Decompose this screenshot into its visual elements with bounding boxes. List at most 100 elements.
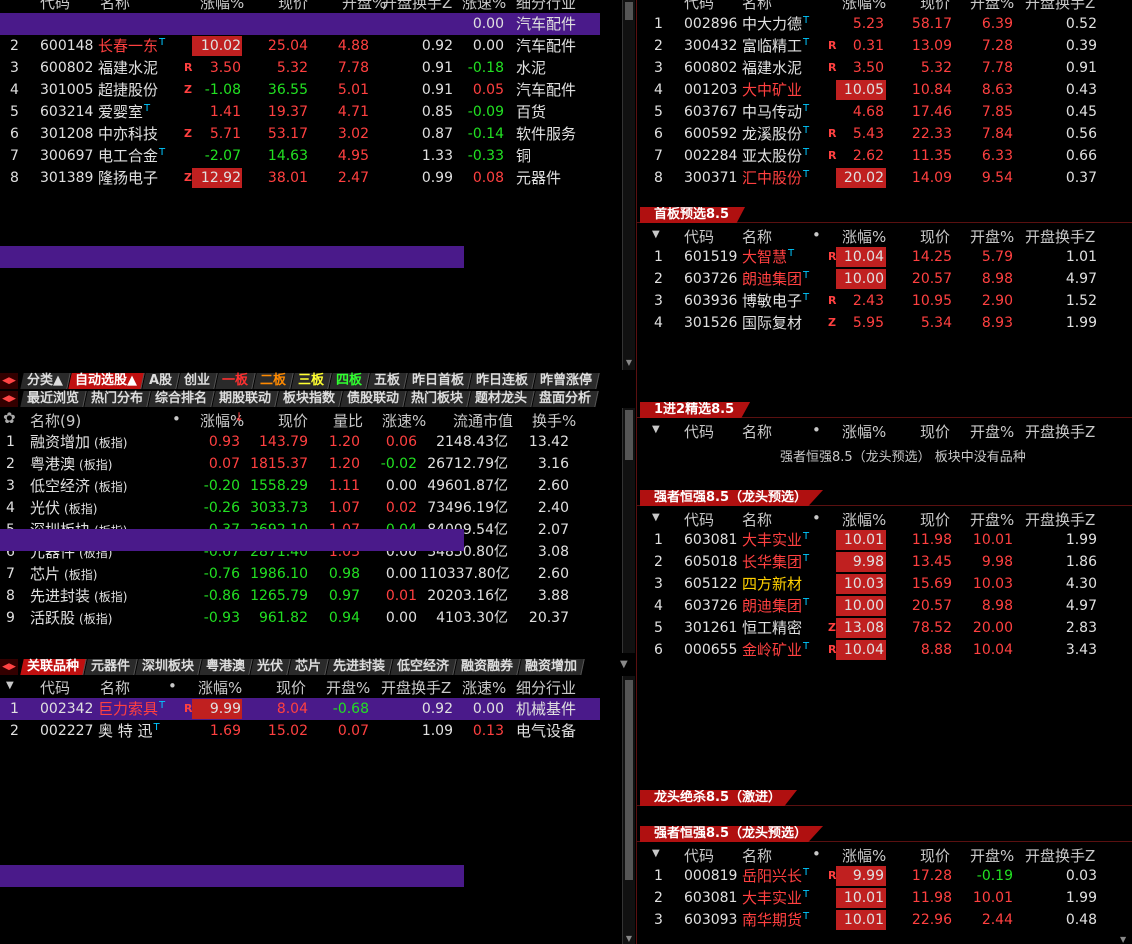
column-header[interactable]: 名称	[742, 0, 772, 13]
table-row[interactable]: 1 融资增加 (板指) 0.93 143.79 1.20 0.06 2148.43亿 13.42	[0, 431, 620, 453]
tab-tabs2-7[interactable]: 题材龙头	[468, 391, 535, 407]
tab-tabs1-9[interactable]: 昨日首板	[405, 373, 472, 389]
column-header[interactable]: 代码	[684, 509, 714, 530]
column-header[interactable]: 涨幅%	[842, 509, 886, 530]
table-row[interactable]: 4 603726 朗迪集团T 10.00 20.57 8.98 4.97	[0, 595, 1097, 617]
tab-dropdown-icon[interactable]: ▼	[620, 659, 634, 673]
column-header[interactable]: 现价	[920, 226, 950, 247]
column-header[interactable]: 涨幅%	[200, 0, 244, 13]
table-row[interactable]: 1 002896 中大力德T 5.23 58.17 6.39 0.52	[0, 13, 1097, 35]
column-header[interactable]: 名称	[742, 421, 772, 442]
table-row[interactable]: 2 002227 奥 特 迅T 1.69 15.02 0.07 1.09 0.13 电气设备	[0, 720, 600, 742]
section-tag-strong[interactable]: 强者恒强8.5（龙头预选）	[640, 490, 824, 506]
column-header[interactable]: 开盘%	[970, 226, 1014, 247]
settings-gear-icon[interactable]: ✿	[3, 409, 16, 427]
table-row[interactable]: 2 300432 富临精工T R 0.31 13.09 7.28 0.39	[0, 35, 1097, 57]
tab-tabs1-10[interactable]: 昨日连板	[469, 373, 536, 389]
column-header[interactable]: 换手%	[532, 410, 576, 431]
tab-tabs1-4[interactable]: 一板	[215, 373, 256, 389]
column-header[interactable]: 开盘换手Z	[1025, 509, 1095, 530]
column-header[interactable]: 涨速%	[462, 677, 506, 698]
tab-tabs2-2[interactable]: 综合排名	[148, 391, 215, 407]
tab-tabs2-0[interactable]: 最近浏览	[20, 391, 87, 407]
column-header[interactable]: 开盘%	[326, 677, 370, 698]
tab-tabs1-3[interactable]: 创业	[177, 373, 218, 389]
sort-menu-icon[interactable]: ▼	[652, 229, 660, 240]
table-row[interactable]: 6 600592 龙溪股份T R 5.43 22.33 7.84 0.56	[0, 123, 1097, 145]
tab-tabs1-7[interactable]: 四板	[329, 373, 370, 389]
tab-tabs2-4[interactable]: 板块指数	[276, 391, 343, 407]
column-header[interactable]: 涨速%	[462, 0, 506, 13]
column-header[interactable]: 涨幅%	[842, 226, 886, 247]
column-header[interactable]: 涨速%	[382, 410, 426, 431]
table-row[interactable]: 2 605018 长华集团T 9.98 13.45 9.98 1.86	[0, 551, 1097, 573]
tab-tabs3-0[interactable]: 关联品种	[20, 659, 87, 675]
tab-scroll-left-icon[interactable]: ◀▶	[0, 391, 18, 407]
tab-tabs3-7[interactable]: 低空经济	[390, 659, 457, 675]
table-row[interactable]: 1 603081 大丰实业T 10.01 11.98 10.01 1.99	[0, 529, 1097, 551]
table-row[interactable]: 2 603726 朗迪集团T 10.00 20.57 8.98 4.97	[0, 268, 1097, 290]
column-header[interactable]: 现价	[920, 0, 950, 13]
column-header[interactable]: 现价	[920, 845, 950, 866]
column-header[interactable]: 名称	[742, 845, 772, 866]
tab-tabs3-8[interactable]: 融资融券	[454, 659, 521, 675]
table-row[interactable]: 4 001203 大中矿业 10.05 10.84 8.63 0.43	[0, 79, 1097, 101]
column-header[interactable]: 开盘换手Z	[382, 0, 452, 13]
column-header[interactable]: 现价	[920, 509, 950, 530]
column-header[interactable]: 名称	[100, 0, 130, 13]
table-row[interactable]: 5 301261 恒工精密 Z 13.08 78.52 20.00 2.83	[0, 617, 1097, 639]
table-row[interactable]: 5 603767 中马传动T 4.68 17.46 7.85 0.45	[0, 101, 1097, 123]
tab-tabs1-2[interactable]: A股	[142, 373, 180, 389]
tab-tabs3-3[interactable]: 粤港澳	[199, 659, 253, 675]
column-header[interactable]: 量比	[333, 410, 363, 431]
tab-tabs2-5[interactable]: 债股联动	[340, 391, 407, 407]
column-header[interactable]: 细分行业	[516, 0, 576, 13]
table-row[interactable]: 3 低空经济 (板指) -0.20 1558.29 1.11 0.00 49601.87亿 2.…	[0, 475, 620, 497]
column-header[interactable]: 涨幅%	[842, 421, 886, 442]
table-row[interactable]: 3 600802 福建水泥 R 3.50 5.32 7.78 0.91	[0, 57, 1097, 79]
section-tag-strong-2[interactable]: 强者恒强8.5（龙头预选）	[640, 826, 824, 842]
table-row[interactable]: 1 601519 大智慧T R 10.04 14.25 5.79 1.01	[0, 246, 1097, 268]
sort-menu-icon[interactable]: ▼	[652, 848, 660, 859]
column-header[interactable]: 名称	[742, 226, 772, 247]
tab-tabs2-8[interactable]: 盘面分析	[532, 391, 599, 407]
column-header[interactable]: 代码	[40, 0, 70, 13]
tab-scroll-left-icon[interactable]: ◀▶	[0, 373, 18, 389]
column-header[interactable]: 现价	[278, 0, 308, 13]
column-header[interactable]: 名称	[100, 677, 130, 698]
sort-menu-icon[interactable]: ▼	[652, 424, 660, 435]
column-header[interactable]: 涨幅%	[842, 845, 886, 866]
scroll-down-icon[interactable]: ▼	[1120, 935, 1130, 944]
column-header[interactable]: 开盘%	[970, 845, 1014, 866]
sector-scrollbar[interactable]	[622, 408, 635, 653]
tab-tabs1-1[interactable]: 自动选股▲	[68, 373, 145, 389]
column-header[interactable]: 代码	[684, 226, 714, 247]
tab-tabs2-6[interactable]: 热门板块	[404, 391, 471, 407]
tab-tabs2-3[interactable]: 期股联动	[212, 391, 279, 407]
section-tag-first-board[interactable]: 首板预选8.5	[640, 207, 746, 223]
tab-tabs3-2[interactable]: 深圳板块	[135, 659, 202, 675]
column-header[interactable]: 开盘%	[342, 0, 386, 13]
tab-tabs1-0[interactable]: 分类▲	[20, 373, 71, 389]
column-header[interactable]: 开盘换手Z	[1025, 226, 1095, 247]
table-row[interactable]: 7 002284 亚太股份T R 2.62 11.35 6.33 0.66	[0, 145, 1097, 167]
top-left-scrollbar[interactable]: ▼	[622, 0, 635, 370]
tab-tabs1-11[interactable]: 昨曾涨停	[533, 373, 600, 389]
column-header[interactable]: 涨幅%	[842, 0, 886, 13]
column-header[interactable]: 开盘%	[970, 509, 1014, 530]
table-row[interactable]: 3 605122 四方新材 10.03 15.69 10.03 4.30	[0, 573, 1097, 595]
tab-tabs3-4[interactable]: 光伏	[250, 659, 291, 675]
column-header[interactable]: 细分行业	[516, 677, 576, 698]
column-header[interactable]: 流通市值	[453, 410, 513, 431]
tab-tabs3-5[interactable]: 芯片	[288, 659, 329, 675]
column-header[interactable]: 代码	[684, 845, 714, 866]
section-tag-1to2[interactable]: 1进2精选8.5	[640, 402, 751, 418]
column-header[interactable]: 开盘换手Z	[1025, 421, 1095, 442]
tab-tabs1-6[interactable]: 三板	[291, 373, 332, 389]
table-row[interactable]: 1 000819 岳阳兴长T R 9.99 17.28 -0.19 0.03	[0, 865, 1097, 887]
column-header[interactable]: 代码	[684, 421, 714, 442]
column-header[interactable]: 开盘换手Z	[381, 677, 451, 698]
table-row[interactable]: 3 603093 南华期货T 10.01 22.96 2.44 0.48	[0, 909, 1097, 931]
sort-menu-icon[interactable]: ▼	[6, 680, 14, 691]
table-row[interactable]: 4 301526 国际复材 Z 5.95 5.34 8.93 1.99	[0, 312, 1097, 334]
